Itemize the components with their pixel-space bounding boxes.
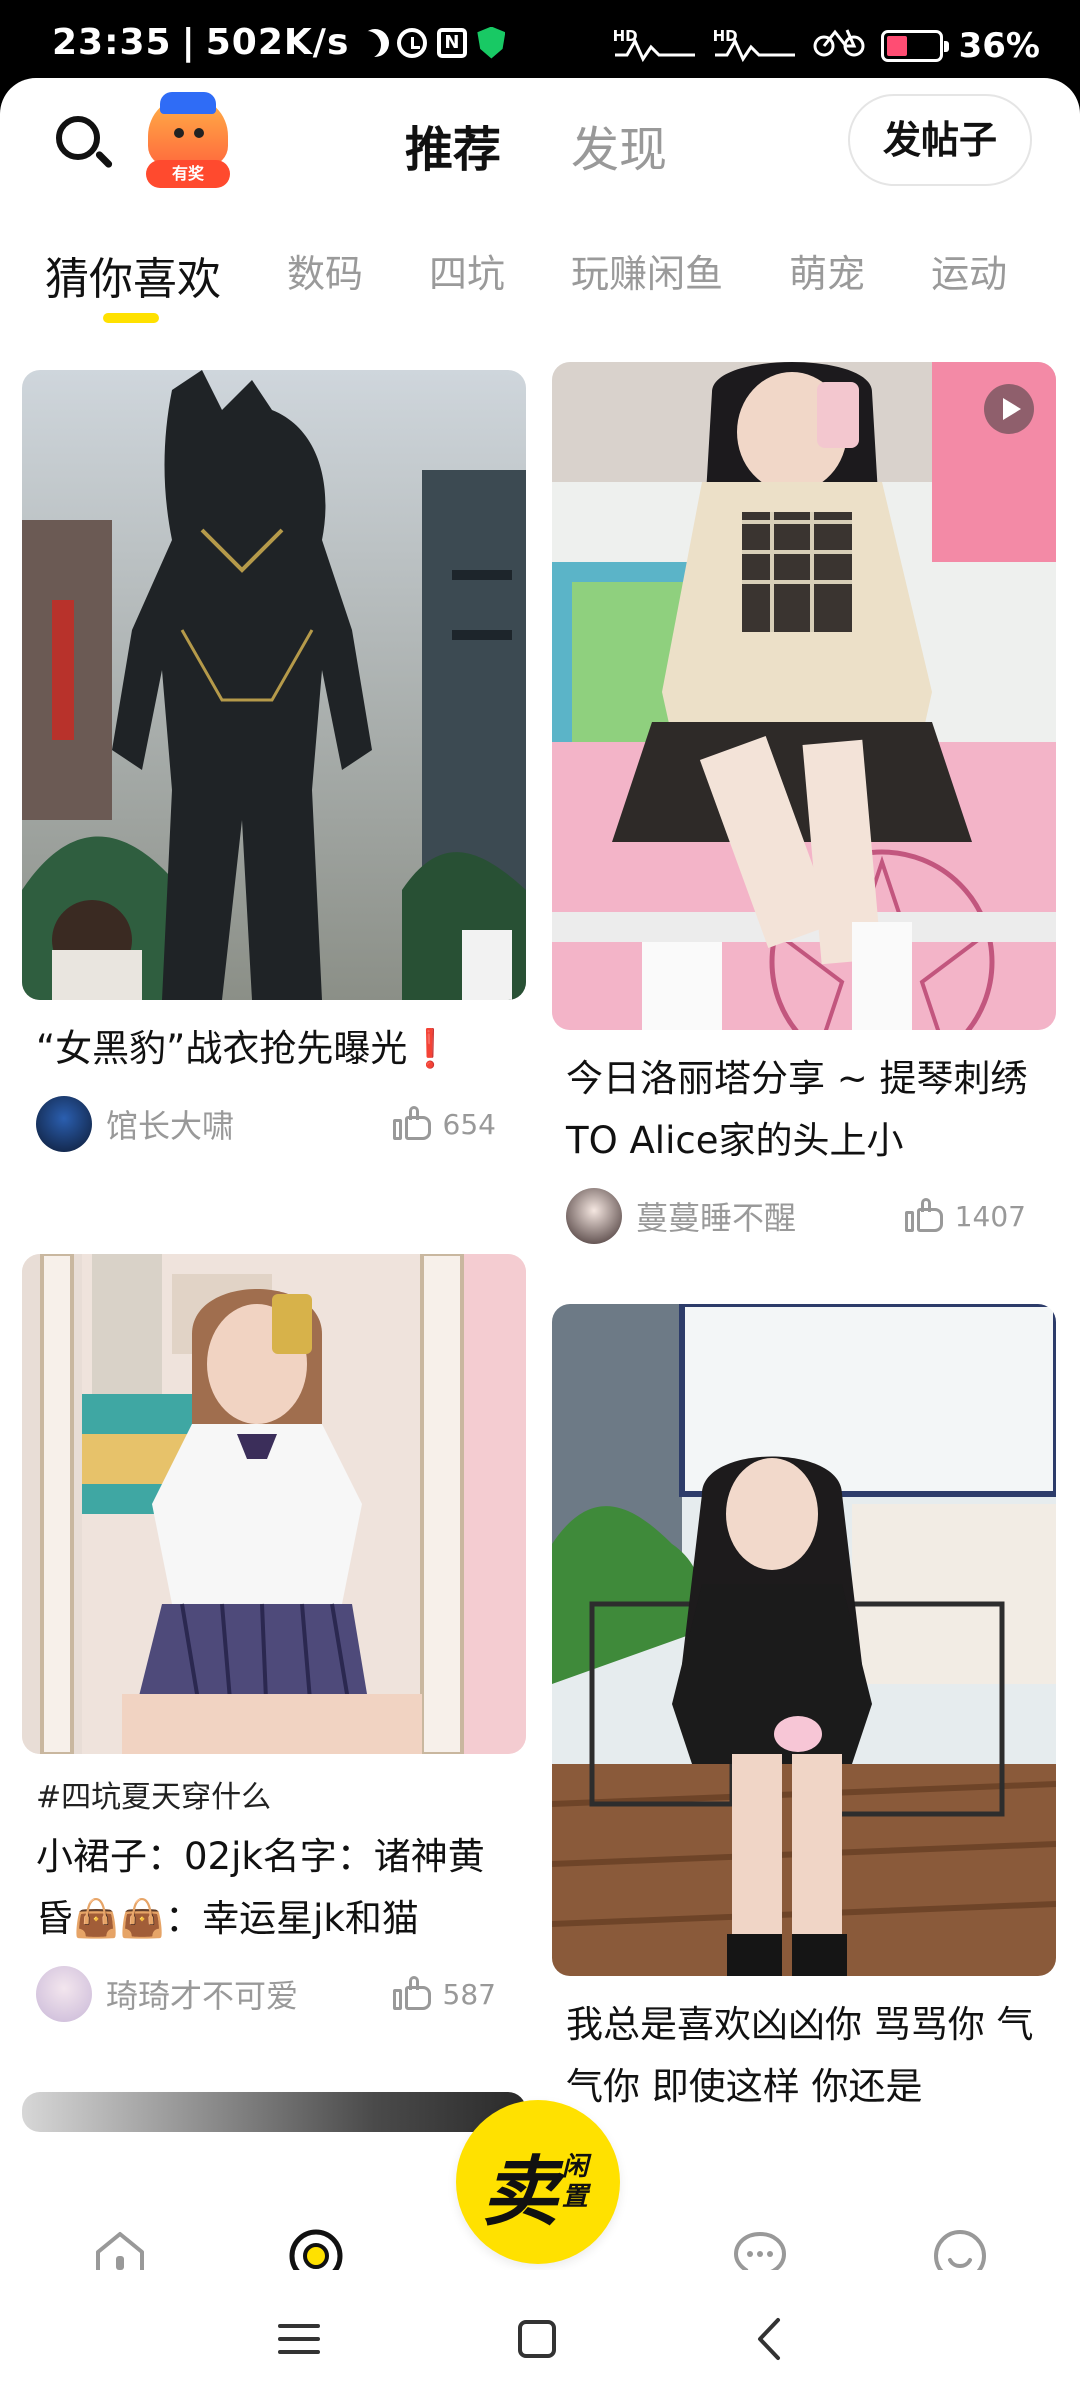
search-icon[interactable]	[50, 110, 120, 180]
battery-icon	[880, 29, 949, 62]
feed-card[interactable]	[22, 2092, 526, 2132]
reward-badge[interactable]: 有奖	[142, 92, 234, 190]
card-meta: 蔓蔓睡不醒 1407	[552, 1184, 1056, 1248]
feed-card[interactable]: “女黑豹”战衣抢先曝光❗ 馆长大啸 654	[22, 370, 526, 1156]
thumbs-up-icon	[392, 1976, 433, 2012]
shield-icon	[477, 26, 506, 59]
sell-sublabel: 闲置	[562, 2152, 589, 2212]
post-button[interactable]: 发帖子	[848, 94, 1032, 186]
feed-card[interactable]: 今日洛丽塔分享 ~ 提琴刺绣TO Alice家的头上小 蔓蔓睡不醒 1407	[552, 362, 1056, 1248]
like-count: 587	[442, 1977, 496, 2011]
system-nav-bar	[0, 2270, 1080, 2400]
signal-icon: HD	[613, 28, 697, 63]
app-surface: 有奖 推荐 发现 发帖子 猜你喜欢 数码 四坑 玩赚闲鱼 萌宠 运动 “女黑豹”…	[0, 78, 1080, 2400]
card-image[interactable]	[552, 1304, 1056, 1976]
battery-percent: 36%	[958, 25, 1040, 66]
alarm-icon	[397, 27, 428, 58]
card-hashtag[interactable]: #四坑夏天穿什么	[22, 1772, 526, 1816]
card-title: 我总是喜欢凶凶你 骂骂你 气气你 即使这样 你还是	[566, 2003, 1034, 2108]
author-name[interactable]: 琦琦才不可爱	[106, 1971, 393, 2017]
status-bar: 23:35 | 502K/s N HD HD 36%	[0, 0, 1080, 90]
reward-badge-label: 有奖	[146, 160, 230, 188]
home-icon[interactable]	[512, 2314, 572, 2364]
thumbs-up-icon	[904, 1198, 945, 1234]
card-image[interactable]	[22, 370, 526, 1000]
back-icon[interactable]	[746, 2314, 806, 2364]
author-name[interactable]: 蔓蔓睡不醒	[636, 1193, 905, 1239]
sell-button[interactable]: 卖 闲置	[456, 2100, 620, 2264]
menu-icon[interactable]	[274, 2314, 334, 2364]
category-tab-digital[interactable]: 数码	[287, 243, 363, 298]
feed-card[interactable]: 我总是喜欢凶凶你 骂骂你 气气你 即使这样 你还是	[552, 1304, 1056, 2118]
nfc-icon: N	[437, 27, 468, 58]
like-count: 1407	[954, 1199, 1026, 1233]
author-name[interactable]: 馆长大啸	[106, 1101, 393, 1147]
like-button[interactable]: 1407	[904, 1198, 1026, 1234]
moon-icon	[353, 31, 381, 59]
category-tab-earn[interactable]: 玩赚闲鱼	[571, 243, 723, 298]
tab-recommend[interactable]: 推荐	[405, 110, 501, 180]
card-image[interactable]	[22, 2092, 526, 2132]
card-title: 今日洛丽塔分享 ~ 提琴刺绣TO Alice家的头上小	[566, 1057, 1028, 1162]
avatar[interactable]	[566, 1188, 622, 1244]
avatar[interactable]	[36, 1966, 92, 2022]
status-time: 23:35	[52, 22, 172, 63]
top-bar: 有奖 推荐 发现 发帖子	[0, 78, 1080, 218]
card-meta: 琦琦才不可爱 587	[22, 1962, 526, 2026]
tab-discover[interactable]: 发现	[571, 110, 667, 180]
status-net-speed: 502K/s	[205, 22, 350, 63]
play-icon[interactable]	[984, 384, 1034, 434]
card-image[interactable]	[22, 1254, 526, 1754]
card-title: “女黑豹”战衣抢先曝光❗	[36, 1027, 454, 1070]
category-tab-sikeng[interactable]: 四坑	[429, 243, 505, 298]
card-image[interactable]	[552, 362, 1056, 1030]
avatar[interactable]	[36, 1096, 92, 1152]
main-tabs: 推荐 发现	[405, 110, 667, 180]
like-button[interactable]: 654	[392, 1106, 496, 1142]
bike-icon	[813, 24, 865, 67]
signal-icon-2: HD	[713, 28, 797, 63]
category-tab-guess[interactable]: 猜你喜欢	[45, 243, 221, 323]
category-tab-pets[interactable]: 萌宠	[789, 243, 865, 298]
sell-label: 卖	[482, 2147, 558, 2236]
feed-card[interactable]: #四坑夏天穿什么 小裙子：02jk名字：诸神黄昏👜👜：幸运星jk和猫 琦琦才不可…	[22, 1254, 526, 2026]
category-tabs: 猜你喜欢 数码 四坑 玩赚闲鱼 萌宠 运动	[45, 243, 1065, 323]
like-button[interactable]: 587	[392, 1976, 496, 2012]
card-meta: 馆长大啸 654	[22, 1092, 526, 1156]
thumbs-up-icon	[392, 1106, 433, 1142]
like-count: 654	[442, 1107, 496, 1141]
category-tab-sports[interactable]: 运动	[931, 243, 1007, 298]
card-title: 小裙子：02jk名字：诸神黄昏👜👜：幸运星jk和猫	[36, 1835, 485, 1940]
